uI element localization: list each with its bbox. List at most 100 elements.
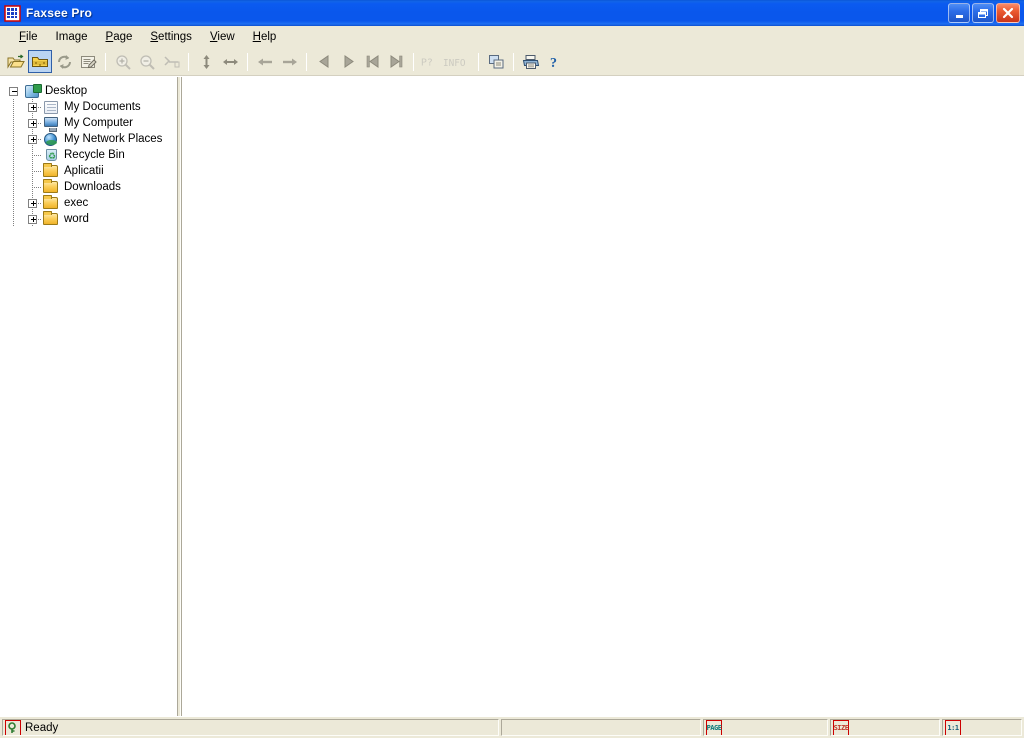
network-globe-icon [42,131,60,147]
expander-minus-icon[interactable] [4,83,23,99]
info-button[interactable]: INFO [441,50,473,73]
tree-item-my-computer[interactable]: My Computer [4,115,176,132]
svg-text:INFO: INFO [443,57,466,68]
tree-item-label: exec [64,197,89,209]
tree-indent [4,99,23,115]
expander-plus-icon[interactable] [23,195,42,211]
tree-item-label: My Documents [64,101,141,113]
minimize-button[interactable] [948,3,970,23]
properties-page-icon [80,55,97,68]
refresh-arrows-icon [57,54,71,69]
prev-page-button[interactable] [312,50,336,73]
status-bar: Ready PAGE SIZE 1:1 [0,716,1024,738]
menu-help[interactable]: Help [244,28,286,46]
faxsee-app-icon [4,4,21,22]
fit-width-button[interactable] [159,50,183,73]
tree-indent [4,163,23,179]
expander-plus-icon[interactable] [23,211,42,227]
maximize-icon [978,8,988,18]
tree-connector [23,179,42,195]
next-page-button[interactable] [336,50,360,73]
refresh-button[interactable] [52,50,76,73]
copy-to-button[interactable] [484,50,508,73]
triangle-left-icon [318,55,328,68]
printer-icon [522,54,540,69]
folder-icon [42,163,60,179]
tree-indent [4,195,23,211]
zoom-in-button[interactable] [111,50,135,73]
size-indicator-icon: SIZE [833,720,849,735]
page-question-icon: P? [421,57,433,68]
zoom-out-button[interactable] [135,50,159,73]
window-controls [948,3,1023,23]
menu-settings[interactable]: Settings [141,28,201,46]
about-button[interactable]: ? [543,50,567,73]
tree-item-my-network-places[interactable]: My Network Places [4,131,176,147]
info-text-icon: INFO [443,57,466,68]
tree-item-recycle-bin[interactable]: Recycle Bin [4,147,176,164]
status-message: Ready [25,721,59,734]
print-button[interactable] [519,50,543,73]
key-help-icon [5,720,21,735]
recycle-bin-icon [42,147,60,164]
page-info-button[interactable]: P? [419,50,441,73]
tree-indent [4,147,23,163]
folder-icon [42,211,60,227]
folder-tree-pane[interactable]: Desktop My Documents My Computer My Netw… [0,77,177,716]
tree-connector [23,147,42,163]
tree-item-my-documents[interactable]: My Documents [4,99,176,115]
title-bar[interactable]: Faxsee Pro [0,0,1024,26]
tree-item-downloads[interactable]: Downloads [4,179,176,195]
menu-page[interactable]: Page [97,28,142,46]
properties-button[interactable] [76,50,100,73]
tree-connector [23,163,42,179]
magnifier-minus-icon [139,54,155,70]
expander-plus-icon[interactable] [23,115,42,131]
document-view[interactable] [181,77,1024,716]
tree-item-exec[interactable]: exec [4,195,176,211]
close-icon [1002,7,1014,19]
back-button[interactable] [253,50,277,73]
forward-button[interactable] [277,50,301,73]
zoom-indicator-label: 1:1 [947,723,959,732]
tree-item-label: Desktop [45,85,88,97]
expander-plus-icon[interactable] [23,99,42,115]
browse-folder-button[interactable] [28,50,52,73]
open-file-button[interactable] [4,50,28,73]
status-size-pane: SIZE [830,719,940,736]
zoom-indicator-icon: 1:1 [945,720,961,735]
menu-image[interactable]: Image [47,28,97,46]
svg-text:P?: P? [421,57,433,68]
menu-bar: File Image Page Settings View Help [0,26,1024,48]
toolbar-separator [306,52,307,71]
folder-tree: Desktop My Documents My Computer My Netw… [4,83,176,227]
help-question-icon: ? [550,56,557,70]
toolbar-separator [413,52,414,71]
tree-indent [4,115,23,131]
tree-item-label: My Computer [64,117,134,129]
menu-file[interactable]: File [10,28,47,46]
arrow-leftright-icon [222,58,238,65]
tree-item-desktop[interactable]: Desktop [4,83,176,99]
tree-item-label: Recycle Bin [64,149,125,161]
status-page-pane: PAGE [703,719,828,736]
computer-icon [42,115,60,132]
triangle-right-icon [344,55,354,68]
tree-indent [4,179,23,195]
maximize-button[interactable] [972,3,994,23]
close-button[interactable] [996,3,1020,23]
stretch-horizontal-button[interactable] [218,50,242,73]
skip-first-icon [366,55,378,68]
application-window: Faxsee Pro File Image Page Settings View… [0,0,1024,738]
menu-view[interactable]: View [201,28,244,46]
tree-item-label: My Network Places [64,133,163,145]
first-page-button[interactable] [360,50,384,73]
last-page-button[interactable] [384,50,408,73]
tree-item-aplicatii[interactable]: Aplicatii [4,163,176,179]
expander-plus-icon[interactable] [23,131,42,147]
tree-item-word[interactable]: word [4,211,176,227]
yellow-folder-icon [32,56,48,67]
arrow-updown-icon [203,54,209,69]
stretch-vertical-button[interactable] [194,50,218,73]
folder-icon [42,179,60,195]
